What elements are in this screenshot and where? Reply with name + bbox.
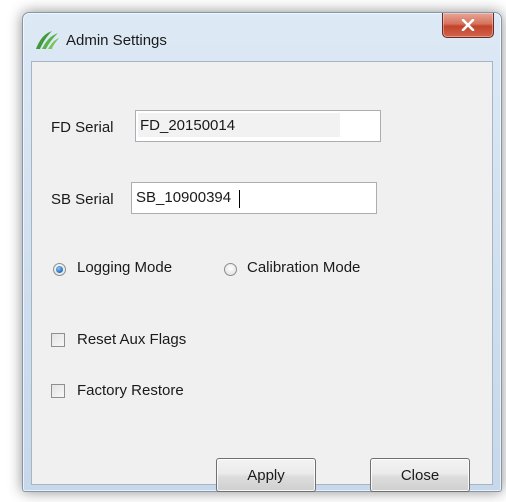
leaf-logo-icon [34,29,60,51]
reset-aux-flags-checkbox[interactable] [51,333,65,347]
text-caret [239,190,240,208]
fd-serial-input[interactable] [140,117,340,134]
sb-serial-label: SB Serial [51,191,114,208]
dialog-body: FD Serial SB Serial Logging Mode Calibra… [31,61,493,492]
logging-mode-label[interactable]: Logging Mode [77,259,172,276]
calibration-mode-radio[interactable] [224,263,237,276]
fd-serial-label: FD Serial [51,119,114,136]
logging-mode-radio[interactable] [53,263,66,276]
sb-serial-input[interactable] [136,189,336,206]
calibration-mode-label[interactable]: Calibration Mode [247,259,360,276]
window-close-button[interactable] [442,13,494,38]
apply-button[interactable]: Apply [216,458,316,492]
factory-restore-label[interactable]: Factory Restore [77,382,184,399]
close-icon [461,19,475,31]
admin-settings-dialog: Admin Settings FD Serial SB Serial Loggi… [22,12,502,492]
title-bar[interactable]: Admin Settings [23,13,501,53]
window-title: Admin Settings [66,32,167,49]
sb-serial-field[interactable] [131,182,377,214]
close-button[interactable]: Close [370,458,470,492]
reset-aux-flags-label[interactable]: Reset Aux Flags [77,331,186,348]
fd-serial-field[interactable] [135,110,381,142]
factory-restore-checkbox[interactable] [51,384,65,398]
